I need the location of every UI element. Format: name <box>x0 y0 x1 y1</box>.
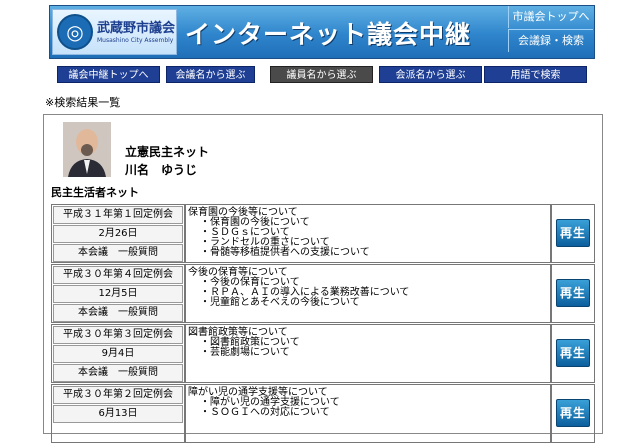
session-date: 6月13日 <box>53 405 183 423</box>
member-group: 民主生活者ネット <box>51 186 139 199</box>
session-cell: 平成３０年第３回定例会 9月4日 本会議 一般質問 <box>51 324 185 383</box>
session-name: 平成３１年第１回定例会 <box>53 206 183 224</box>
session-type: 本会議 一般質問 <box>53 244 183 262</box>
site-title: インターネット議会中継 <box>185 20 472 49</box>
nav-by-meeting[interactable]: 会議名から選ぶ <box>166 66 255 83</box>
member-photo <box>63 122 111 177</box>
topic-cell: 保育園の今後等について ・保育園の今後について ・ＳＤＧｓについて ・ランドセル… <box>185 204 551 263</box>
minutes-search-link[interactable]: 会議録・検索 <box>508 29 593 52</box>
session-date: 2月26日 <box>53 225 183 243</box>
session-cell: 平成３０年第２回定例会 6月13日 <box>51 384 185 443</box>
session-name: 平成３０年第４回定例会 <box>53 266 183 284</box>
nav-by-group[interactable]: 会派名から選ぶ <box>379 66 482 83</box>
topic-item: ・児童館とあそべえの今後について <box>200 297 360 308</box>
nav-live-top[interactable]: 議会中継トップへ <box>57 66 160 83</box>
topic-cell: 障がい児の通学支援等について ・障がい児の通学支援について ・ＳＯＧＩへの対応に… <box>185 384 551 443</box>
session-name: 平成３０年第２回定例会 <box>53 386 183 404</box>
results-heading: ※検索結果一覧 <box>45 96 121 109</box>
session-date: 9月4日 <box>53 345 183 363</box>
session-cell: 平成３０年第４回定例会 12月5日 本会議 一般質問 <box>51 264 185 323</box>
topic-item: ・芸能劇場について <box>200 347 290 358</box>
play-cell: 再生 <box>551 384 595 443</box>
session-name: 平成３０年第３回定例会 <box>53 326 183 344</box>
table-row: 平成３０年第２回定例会 6月13日 障がい児の通学支援等について ・障がい児の通… <box>51 384 595 443</box>
nav-by-member[interactable]: 議員名から選ぶ <box>270 66 373 83</box>
nav-term-search[interactable]: 用語で検索 <box>484 66 587 83</box>
session-date: 12月5日 <box>53 285 183 303</box>
play-cell: 再生 <box>551 204 595 263</box>
member-party: 立憲民主ネット <box>125 145 210 159</box>
city-name-en: Musashino City Assembly <box>97 37 174 44</box>
play-button[interactable]: 再生 <box>556 219 590 247</box>
play-cell: 再生 <box>551 324 595 383</box>
topic-cell: 図書館政策等について ・図書館政策について ・芸能劇場について <box>185 324 551 383</box>
table-row: 平成３０年第４回定例会 12月5日 本会議 一般質問 今後の保育等について ・今… <box>51 264 595 323</box>
play-button[interactable]: 再生 <box>556 339 590 367</box>
member-name: 川名 ゆうじ <box>125 163 198 177</box>
assembly-top-link[interactable]: 市議会トップへ <box>508 6 593 28</box>
session-cell: 平成３１年第１回定例会 2月26日 本会議 一般質問 <box>51 204 185 263</box>
play-button[interactable]: 再生 <box>556 279 590 307</box>
city-logo[interactable]: ◎ 武蔵野市議会 Musashino City Assembly <box>52 9 177 55</box>
topic-item: ・骨髄等移植提供者への支援について <box>200 247 370 258</box>
table-row: 平成３０年第３回定例会 9月4日 本会議 一般質問 図書館政策等について ・図書… <box>51 324 595 383</box>
site-header: ◎ 武蔵野市議会 Musashino City Assembly インターネット… <box>49 5 595 59</box>
table-row: 平成３１年第１回定例会 2月26日 本会議 一般質問 保育園の今後等について ・… <box>51 204 595 263</box>
session-type: 本会議 一般質問 <box>53 304 183 322</box>
city-emblem-icon: ◎ <box>57 14 93 50</box>
topic-cell: 今後の保育等について ・今後の保育について ・ＲＰＡ、ＡＩの導入による業務改善に… <box>185 264 551 323</box>
city-name: 武蔵野市議会 <box>97 21 176 36</box>
play-cell: 再生 <box>551 264 595 323</box>
session-type: 本会議 一般質問 <box>53 364 183 382</box>
topic-item: ・ＳＯＧＩへの対応について <box>200 407 330 418</box>
